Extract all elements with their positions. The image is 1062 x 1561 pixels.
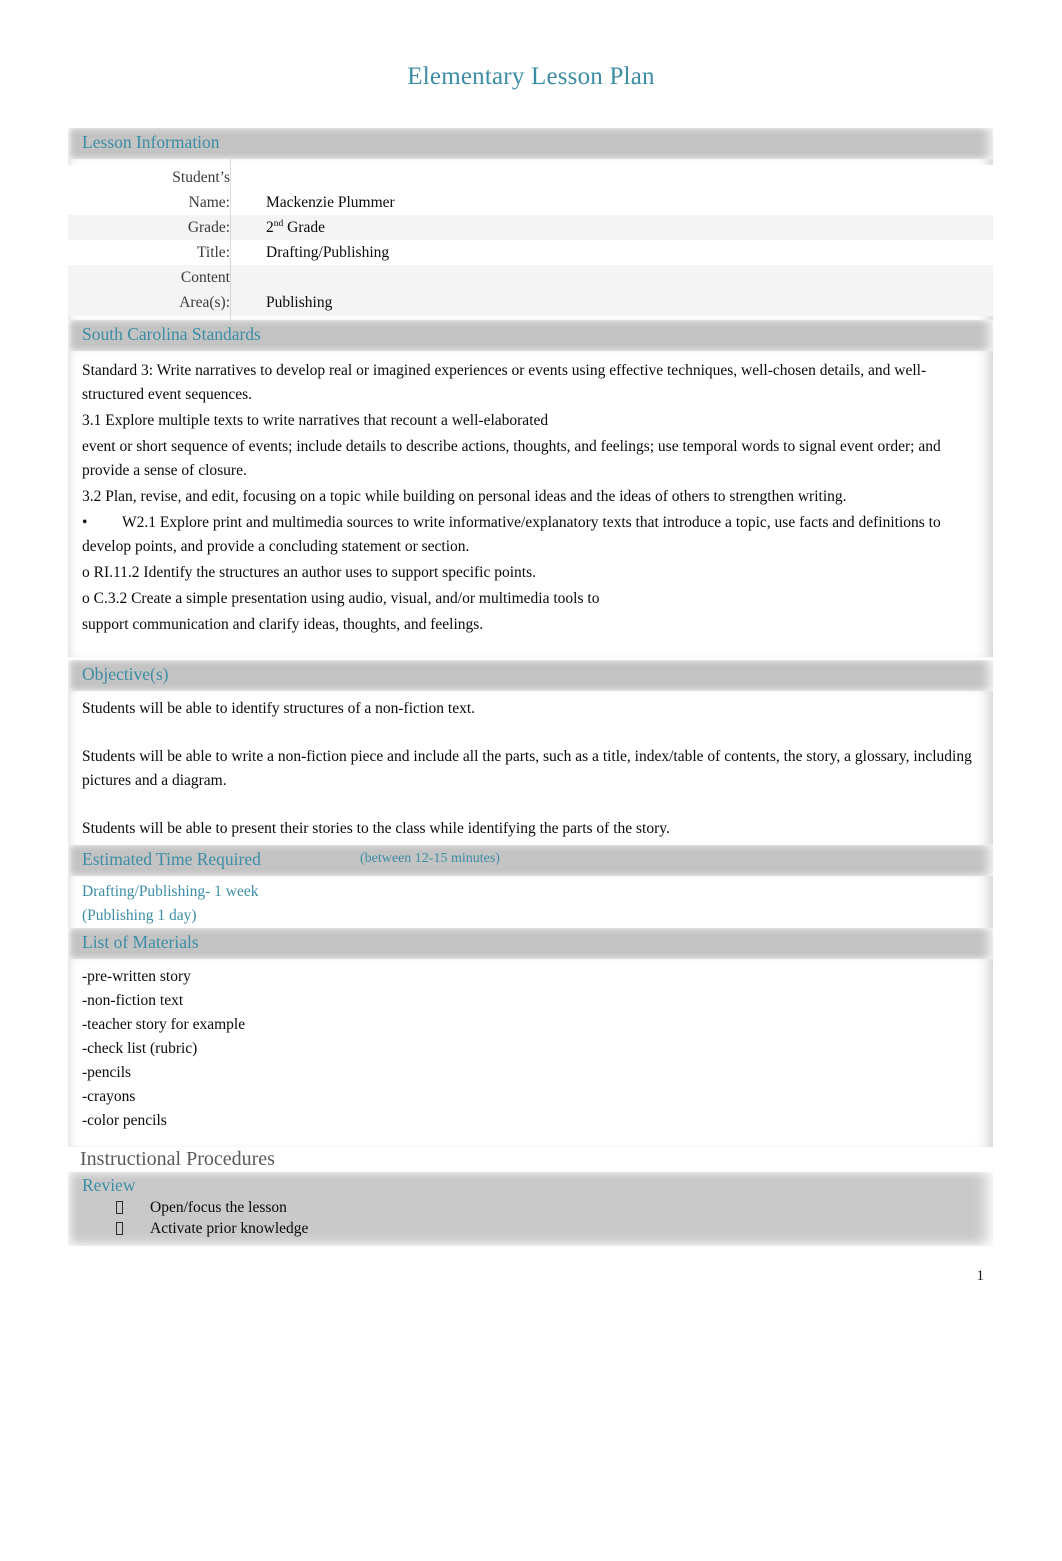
instructional-procedures-heading: Instructional Procedures: [80, 1148, 275, 1170]
material-item: -pre-written story: [82, 967, 191, 985]
lesson-information-header: Lesson Information: [68, 128, 993, 159]
wingding-bullet-icon: [116, 1201, 123, 1214]
standards-text: Standard 3: Write narratives to develop …: [68, 359, 993, 637]
table-row: Content Area(s): Publishing: [68, 265, 993, 316]
materials-panel: -pre-written story -non-fiction text -te…: [68, 958, 993, 1147]
materials-section: List of Materials -pre-written story -no…: [68, 928, 993, 1147]
list-item-label: Activate prior knowledge: [150, 1219, 309, 1237]
estimated-time-panel: Drafting/Publishing- 1 week (Publishing …: [68, 875, 993, 932]
table-row: Grade: 2nd Grade: [68, 215, 993, 241]
objectives-section: Objective(s) Students will be able to id…: [68, 660, 993, 849]
materials-heading: List of Materials: [82, 932, 199, 952]
list-item: Open/focus the lesson: [68, 1198, 993, 1219]
material-item: -check list (rubric): [82, 1039, 198, 1057]
standards-paragraph: Standard 3: Write narratives to develop …: [82, 361, 927, 403]
grade-value-word: Grade: [287, 219, 325, 237]
column-divider: [230, 158, 231, 320]
list-item-label: Open/focus the lesson: [150, 1199, 287, 1216]
estimated-time-heading: Estimated Time Required: [82, 849, 261, 869]
standards-paragraph: support communication and clarify ideas,…: [82, 616, 484, 634]
grade-value[interactable]: 2nd Grade: [252, 215, 993, 240]
content-area-label: Content Area(s):: [68, 265, 252, 315]
lesson-information-panel: Student’s Name: Mackenzie Plummer Grade:…: [68, 158, 993, 320]
review-heading: Review: [82, 1175, 136, 1195]
grade-label: Grade:: [187, 219, 230, 237]
student-name-value[interactable]: Mackenzie Plummer: [252, 165, 993, 215]
table-row: Title: Drafting/Publishing: [68, 240, 993, 266]
material-item: -pencils: [82, 1063, 132, 1081]
content-area-label-line2: Area(s):: [179, 294, 230, 312]
objective-spacer: [82, 723, 975, 745]
standards-bullet-paragraph: • W2.1 Explore print and multimedia sour…: [82, 513, 941, 555]
student-name-label-line1: Student’s: [172, 168, 230, 186]
lesson-information-section: Lesson Information Student’s Name: Macke…: [68, 128, 993, 320]
objectives-header: Objective(s): [68, 660, 993, 691]
lesson-information-heading: Lesson Information: [82, 132, 220, 152]
material-item: -crayons: [82, 1087, 136, 1105]
student-name-label-line2: Name:: [188, 193, 230, 211]
standards-paragraph: 3.2 Plan, revise, and edit, focusing on …: [82, 487, 847, 505]
standards-paragraph: 3.1 Explore multiple texts to write narr…: [82, 411, 549, 429]
content-area-label-line1: Content: [180, 269, 230, 287]
document-page: Elementary Lesson Plan Lesson Informatio…: [0, 0, 1062, 1561]
material-item: -teacher story for example: [82, 1015, 246, 1033]
estimated-time-header: Estimated Time Required (between 12-15 m…: [68, 845, 993, 876]
estimated-time-line: Drafting/Publishing- 1 week: [82, 882, 259, 900]
title-value[interactable]: Drafting/Publishing: [252, 240, 993, 265]
standards-paragraph: o C.3.2 Create a simple presentation usi…: [82, 590, 600, 608]
student-name-label: Student’s Name:: [68, 165, 252, 215]
estimated-time-text: Drafting/Publishing- 1 week (Publishing …: [68, 880, 993, 928]
estimated-time-line: (Publishing 1 day): [82, 906, 197, 924]
table-row: Student’s Name: Mackenzie Plummer: [68, 164, 993, 216]
wingding-bullet-icon: [116, 1221, 123, 1235]
objectives-heading: Objective(s): [82, 664, 169, 684]
review-list: Open/focus the lesson Activate prior kno…: [68, 1198, 993, 1246]
lesson-information-table: Student’s Name: Mackenzie Plummer Grade:…: [68, 164, 993, 316]
standards-panel: Standard 3: Write narratives to develop …: [68, 350, 993, 658]
standards-heading: South Carolina Standards: [82, 324, 261, 344]
objective-item: Students will be able to write a non-fic…: [82, 747, 972, 789]
standards-paragraph: event or short sequence of events; inclu…: [82, 437, 941, 479]
material-item: -color pencils: [82, 1111, 167, 1129]
grade-value-ordinal: nd: [273, 218, 284, 229]
list-item: Activate prior knowledge: [68, 1219, 993, 1240]
objectives-text: Students will be able to identify struct…: [68, 697, 993, 841]
grade-value-number: 2: [266, 219, 274, 237]
review-box: Review Open/focus the lesson Activate pr…: [68, 1172, 993, 1246]
objective-item: Students will be able to identify struct…: [82, 699, 476, 717]
estimated-time-note: (between 12-15 minutes): [360, 851, 500, 866]
standards-header: South Carolina Standards: [68, 320, 993, 351]
estimated-time-section: Estimated Time Required (between 12-15 m…: [68, 845, 993, 932]
standards-paragraph: o RI.11.2 Identify the structures an aut…: [82, 564, 537, 581]
material-item: -non-fiction text: [82, 991, 184, 1009]
page-title: Elementary Lesson Plan: [407, 63, 655, 90]
objective-item: Students will be able to present their s…: [82, 819, 670, 837]
review-section: Review Open/focus the lesson Activate pr…: [68, 1172, 993, 1246]
title-label: Title:: [196, 244, 230, 262]
objective-spacer: [82, 795, 975, 817]
objectives-panel: Students will be able to identify struct…: [68, 690, 993, 849]
materials-list: -pre-written story -non-fiction text -te…: [68, 965, 993, 1133]
standards-section: South Carolina Standards Standard 3: Wri…: [68, 320, 993, 658]
content-area-value[interactable]: Publishing: [252, 265, 993, 315]
materials-header: List of Materials: [68, 928, 993, 959]
page-number: 1: [976, 1268, 985, 1284]
